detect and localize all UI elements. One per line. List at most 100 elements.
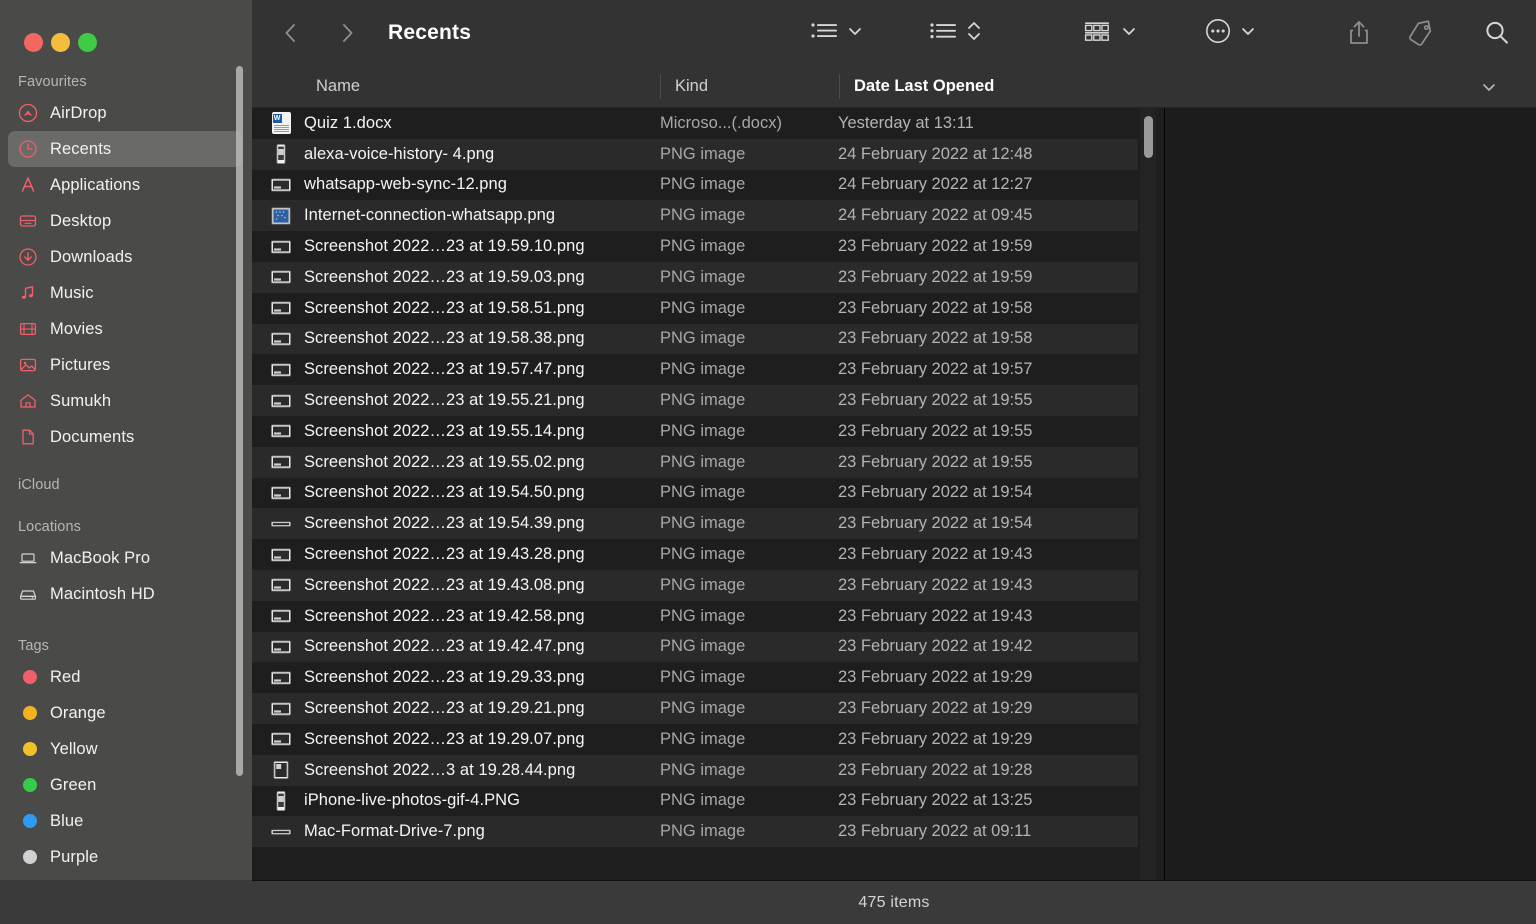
ellipsis-circle-icon [1203,16,1233,51]
table-row[interactable]: Screenshot 2022…23 at 19.55.02.png PNG im… [252,446,1138,478]
sidebar-item-music[interactable]: Music [8,275,242,311]
table-row[interactable]: Screenshot 2022…23 at 19.54.50.png PNG im… [252,477,1138,509]
png-window-icon [270,698,292,720]
file-date-cell: 23 February 2022 at 19:29 [838,699,1033,718]
sidebar-item-label: Purple [50,847,99,866]
sidebar-group-locations-title: Locations [18,519,81,535]
sidebar-item-sumukh[interactable]: Sumukh [8,383,242,419]
minimize-window-button[interactable] [51,32,70,52]
file-name-cell: Screenshot 2022…23 at 19.42.58.png [304,606,585,625]
table-row[interactable]: Screenshot 2022…23 at 19.55.21.png PNG im… [252,385,1138,416]
file-name-cell: alexa-voice-history- 4.png [304,144,495,163]
sidebar-item-macbook-pro[interactable]: MacBook Pro [8,540,242,576]
table-row[interactable]: Screenshot 2022…3 at 19.28.44.png PNG ima… [252,754,1138,786]
sidebar-item-recents[interactable]: Recents [8,131,242,167]
search-button[interactable] [1476,13,1518,53]
home-icon [18,391,38,411]
table-row[interactable]: Screenshot 2022…23 at 19.55.14.png PNG im… [252,415,1138,447]
tag-dot-icon [18,667,38,687]
table-row[interactable]: Screenshot 2022…23 at 19.59.10.png PNG im… [252,231,1138,262]
table-row[interactable]: Screenshot 2022…23 at 19.57.47.png PNG im… [252,354,1138,386]
back-button[interactable] [274,16,308,50]
column-header-kind[interactable]: Kind [661,66,839,107]
column-header-name[interactable]: Name [252,66,660,107]
file-date-cell: 23 February 2022 at 19:59 [838,237,1033,256]
sort-button[interactable] [925,13,986,53]
file-date-cell: 23 February 2022 at 09:11 [838,822,1032,841]
table-row[interactable]: Screenshot 2022…23 at 19.42.58.png PNG im… [252,600,1138,632]
file-kind-cell: PNG image [660,514,746,533]
sidebar-item-tag-green[interactable]: Green [8,767,242,803]
tag-dot-icon [18,811,38,831]
file-kind-cell: PNG image [660,421,746,440]
table-row[interactable]: Screenshot 2022…23 at 19.29.33.png PNG im… [252,662,1138,694]
sidebar-item-airdrop[interactable]: AirDrop [8,95,242,131]
file-list-scrollbar-track[interactable] [1140,108,1156,880]
sidebar-group-tags-title: Tags [18,638,50,654]
sidebar-item-tag-yellow[interactable]: Yellow [8,731,242,767]
file-name-cell: Screenshot 2022…23 at 19.29.07.png [304,729,585,748]
sidebar-item-documents[interactable]: Documents [8,419,242,455]
maximize-window-button[interactable] [78,32,97,52]
png-window-icon [270,236,292,258]
close-window-button[interactable] [24,32,43,52]
png-tall-icon [270,759,292,781]
clock-icon [18,139,38,159]
png-bar-icon [270,513,292,535]
table-row[interactable]: Screenshot 2022…23 at 19.29.07.png PNG im… [252,723,1138,755]
grid-icon [1082,19,1114,48]
share-button[interactable] [1338,13,1380,53]
sidebar-item-downloads[interactable]: Downloads [8,239,242,275]
sidebar: Favourites AirDrop Recents Applications [0,0,252,924]
sidebar-item-label: Recents [50,139,112,158]
table-row[interactable]: whatsapp-web-sync-12.png PNG image 24 Febr… [252,169,1138,201]
table-row[interactable]: Screenshot 2022…23 at 19.29.21.png PNG im… [252,693,1138,724]
grouped-list-icon [810,20,840,47]
sidebar-scrollbar-track[interactable] [236,66,243,852]
table-row[interactable]: Screenshot 2022…23 at 19.59.03.png PNG im… [252,261,1138,293]
sidebar-item-tag-blue[interactable]: Blue [8,803,242,839]
sidebar-item-label: AirDrop [50,103,107,122]
chevron-down-icon[interactable] [1480,81,1498,93]
sidebar-item-tag-purple[interactable]: Purple [8,839,242,875]
sidebar-item-movies[interactable]: Movies [8,311,242,347]
png-window-icon [270,544,292,566]
group-by-button[interactable] [806,13,867,53]
sidebar-scrollbar-thumb[interactable] [236,66,243,776]
tags-button[interactable] [1400,13,1442,53]
sidebar-scroll-area: Favourites AirDrop Recents Applications [0,62,252,924]
file-list-scrollbar-thumb[interactable] [1144,116,1153,158]
item-arrangement-button[interactable] [1078,13,1141,53]
table-row[interactable]: Mac-Format-Drive-7.png PNG image 23 Februa… [252,816,1138,848]
file-name-cell: Mac-Format-Drive-7.png [304,822,485,841]
file-date-cell: 23 February 2022 at 19:43 [838,606,1033,625]
sidebar-item-desktop[interactable]: Desktop [8,203,242,239]
table-row[interactable]: iPhone-live-photos-gif-4.PNG PNG image 23 … [252,785,1138,817]
file-name-cell: Screenshot 2022…23 at 19.29.33.png [304,668,585,687]
sidebar-item-pictures[interactable]: Pictures [8,347,242,383]
file-name-cell: whatsapp-web-sync-12.png [304,175,507,194]
sidebar-item-tag-red[interactable]: Red [8,659,242,695]
column-header-date-last-opened[interactable]: Date Last Opened [840,66,1536,107]
sidebar-item-applications[interactable]: Applications [8,167,242,203]
table-row[interactable]: Screenshot 2022…23 at 19.58.51.png PNG im… [252,292,1138,324]
more-actions-button[interactable] [1199,13,1260,53]
file-kind-cell: PNG image [660,668,746,687]
sidebar-item-label: Blue [50,811,84,830]
sidebar-item-tag-orange[interactable]: Orange [8,695,242,731]
forward-button[interactable] [330,16,364,50]
table-row[interactable]: alexa-voice-history- 4.png PNG image 24 Fe… [252,138,1138,170]
table-row[interactable]: Screenshot 2022…23 at 19.42.47.png PNG im… [252,631,1138,663]
traffic-lights [0,0,252,62]
table-row[interactable]: Screenshot 2022…23 at 19.43.08.png PNG im… [252,569,1138,601]
file-kind-cell: PNG image [660,575,746,594]
table-row[interactable]: Screenshot 2022…23 at 19.54.39.png PNG im… [252,508,1138,540]
sidebar-item-macintosh-hd[interactable]: Macintosh HD [8,576,242,612]
table-row[interactable]: Screenshot 2022…23 at 19.58.38.png PNG im… [252,323,1138,355]
chevron-up-down-icon [966,18,982,49]
table-row[interactable]: Screenshot 2022…23 at 19.43.28.png PNG im… [252,539,1138,570]
sidebar-item-label: Movies [50,319,103,338]
table-row[interactable]: Internet-connection-whatsapp.png PNG imag… [252,200,1138,232]
file-name-cell: Internet-connection-whatsapp.png [304,206,556,225]
table-row[interactable]: W Quiz 1.docx Microso...(.docx) Yesterday a… [252,108,1138,139]
